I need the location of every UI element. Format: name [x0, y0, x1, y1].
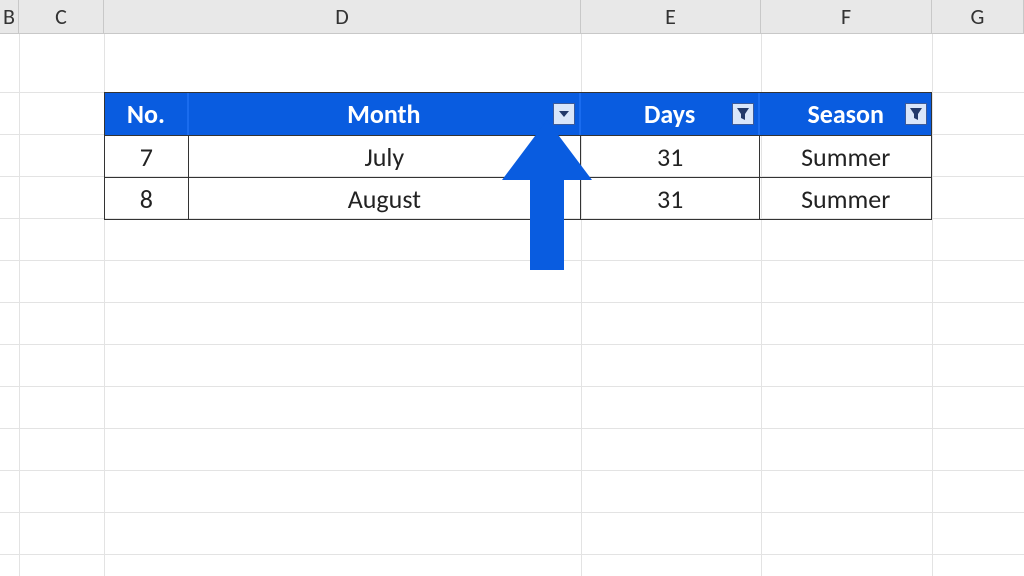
cell-season[interactable]: Summer: [760, 178, 931, 219]
column-header-D[interactable]: D: [104, 0, 581, 33]
cell-days[interactable]: 31: [581, 178, 761, 219]
filter-active-icon: [909, 107, 923, 121]
header-season[interactable]: Season: [760, 93, 931, 135]
column-header-row: B C D E F G: [0, 0, 1024, 34]
data-table: No. Month Days Season: [104, 92, 932, 220]
header-month[interactable]: Month: [189, 93, 581, 135]
cell-no[interactable]: 8: [105, 178, 189, 219]
cell-month[interactable]: July: [189, 136, 581, 177]
column-header-B[interactable]: B: [0, 0, 19, 33]
column-header-C[interactable]: C: [19, 0, 104, 33]
cell-month[interactable]: August: [189, 178, 581, 219]
header-no[interactable]: No.: [105, 93, 189, 135]
header-label: Season: [803, 98, 888, 130]
column-header-F[interactable]: F: [761, 0, 932, 33]
filter-dropdown-season[interactable]: [905, 103, 927, 125]
filter-dropdown-month[interactable]: [553, 103, 575, 125]
grid-row-line: [0, 386, 1024, 387]
header-label: Days: [640, 98, 699, 130]
header-label: No.: [123, 98, 169, 130]
filter-active-icon: [736, 107, 750, 121]
grid-row-line: [0, 428, 1024, 429]
header-label: Month: [343, 98, 424, 130]
grid-row-line: [0, 302, 1024, 303]
table-header-row: No. Month Days Season: [105, 93, 931, 135]
filter-dropdown-days[interactable]: [732, 103, 754, 125]
chevron-down-icon: [558, 109, 570, 119]
grid-row-line: [0, 344, 1024, 345]
cell-no[interactable]: 7: [105, 136, 189, 177]
spreadsheet-grid: B C D E F G No. Month: [0, 0, 1024, 576]
cell-days[interactable]: 31: [581, 136, 761, 177]
grid-row-line: [0, 512, 1024, 513]
table-row[interactable]: 7 July 31 Summer: [105, 135, 931, 177]
table-body: 7 July 31 Summer 8 August 31 Summer: [105, 135, 931, 219]
column-header-G[interactable]: G: [932, 0, 1024, 33]
grid-row-line: [0, 554, 1024, 555]
cell-season[interactable]: Summer: [760, 136, 931, 177]
grid-row-line: [0, 260, 1024, 261]
table-row[interactable]: 8 August 31 Summer: [105, 177, 931, 219]
grid-row-line: [0, 470, 1024, 471]
header-days[interactable]: Days: [581, 93, 761, 135]
column-header-E[interactable]: E: [581, 0, 761, 33]
